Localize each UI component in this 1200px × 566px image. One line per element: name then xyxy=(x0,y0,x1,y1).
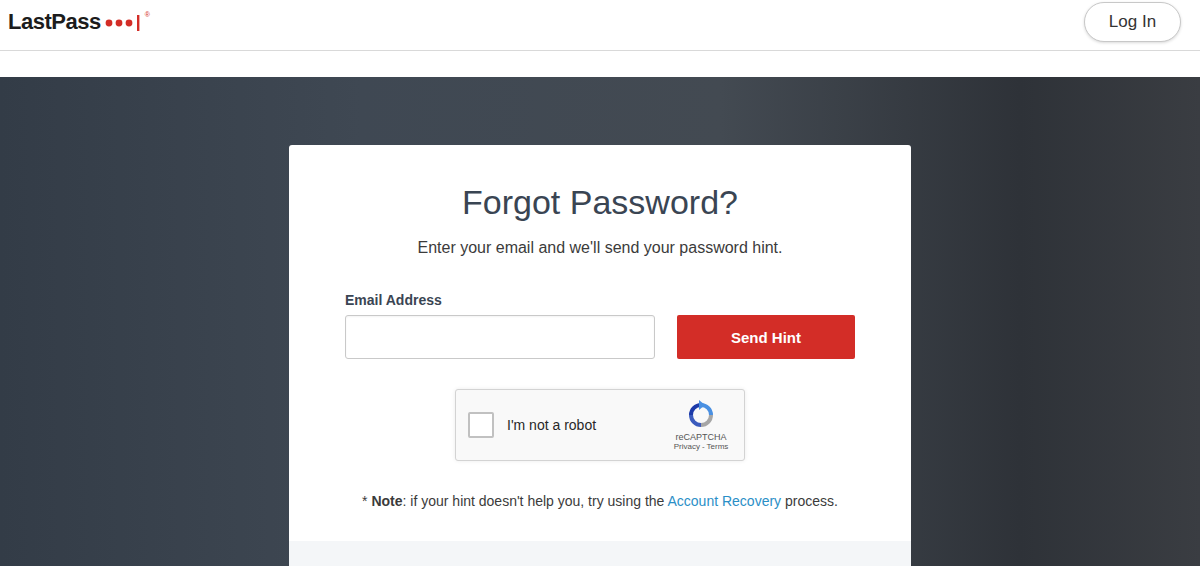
page: LastPass ® Log In Forgot Password? Enter you… xyxy=(0,0,1200,566)
email-input[interactable] xyxy=(345,315,655,359)
recaptcha-link[interactable]: Privacy xyxy=(674,442,700,451)
login-button[interactable]: Log In xyxy=(1084,2,1181,42)
account-recovery-link[interactable]: Account Recovery xyxy=(668,493,782,509)
recaptcha-brand: reCAPTCHAPrivacy-Terms xyxy=(668,399,734,451)
subtitle: Enter your email and we'll send your pas… xyxy=(417,237,782,259)
header-spacer xyxy=(0,51,1200,77)
recaptcha: I'm not a robot reCAPTCHAPrivacy-Terms xyxy=(455,389,745,461)
hero-photo: Forgot Password? Enter your email and we'… xyxy=(0,77,1200,566)
logo-dots-icon xyxy=(104,13,142,31)
note-strong: Note xyxy=(371,493,402,509)
forgot-password-card: Forgot Password? Enter your email and we'… xyxy=(289,145,911,566)
recaptcha-label: I'm not a robot xyxy=(507,417,655,433)
note: * Note: if your hint doesn't help you, t… xyxy=(362,491,838,511)
header: LastPass ® Log In xyxy=(0,0,1200,51)
recaptcha-links: Privacy-Terms xyxy=(674,442,729,451)
logo-mark: ® xyxy=(145,11,150,18)
recaptcha-brand-text: reCAPTCHA xyxy=(675,432,726,442)
recaptcha-checkbox[interactable] xyxy=(468,412,494,438)
recaptcha-icon xyxy=(685,399,717,431)
send-hint-button[interactable]: Send Hint xyxy=(677,315,855,359)
recaptcha-separator: - xyxy=(702,442,705,451)
email-form: Email Address Send Hint xyxy=(345,291,855,359)
title: Forgot Password? xyxy=(462,182,738,222)
form-row: Send Hint xyxy=(345,315,855,359)
logo[interactable]: LastPass ® xyxy=(8,9,150,35)
email-label: Email Address xyxy=(345,291,855,309)
card-footer xyxy=(289,541,911,566)
logo-text: LastPass xyxy=(8,9,101,35)
recaptcha-link[interactable]: Terms xyxy=(707,442,729,451)
